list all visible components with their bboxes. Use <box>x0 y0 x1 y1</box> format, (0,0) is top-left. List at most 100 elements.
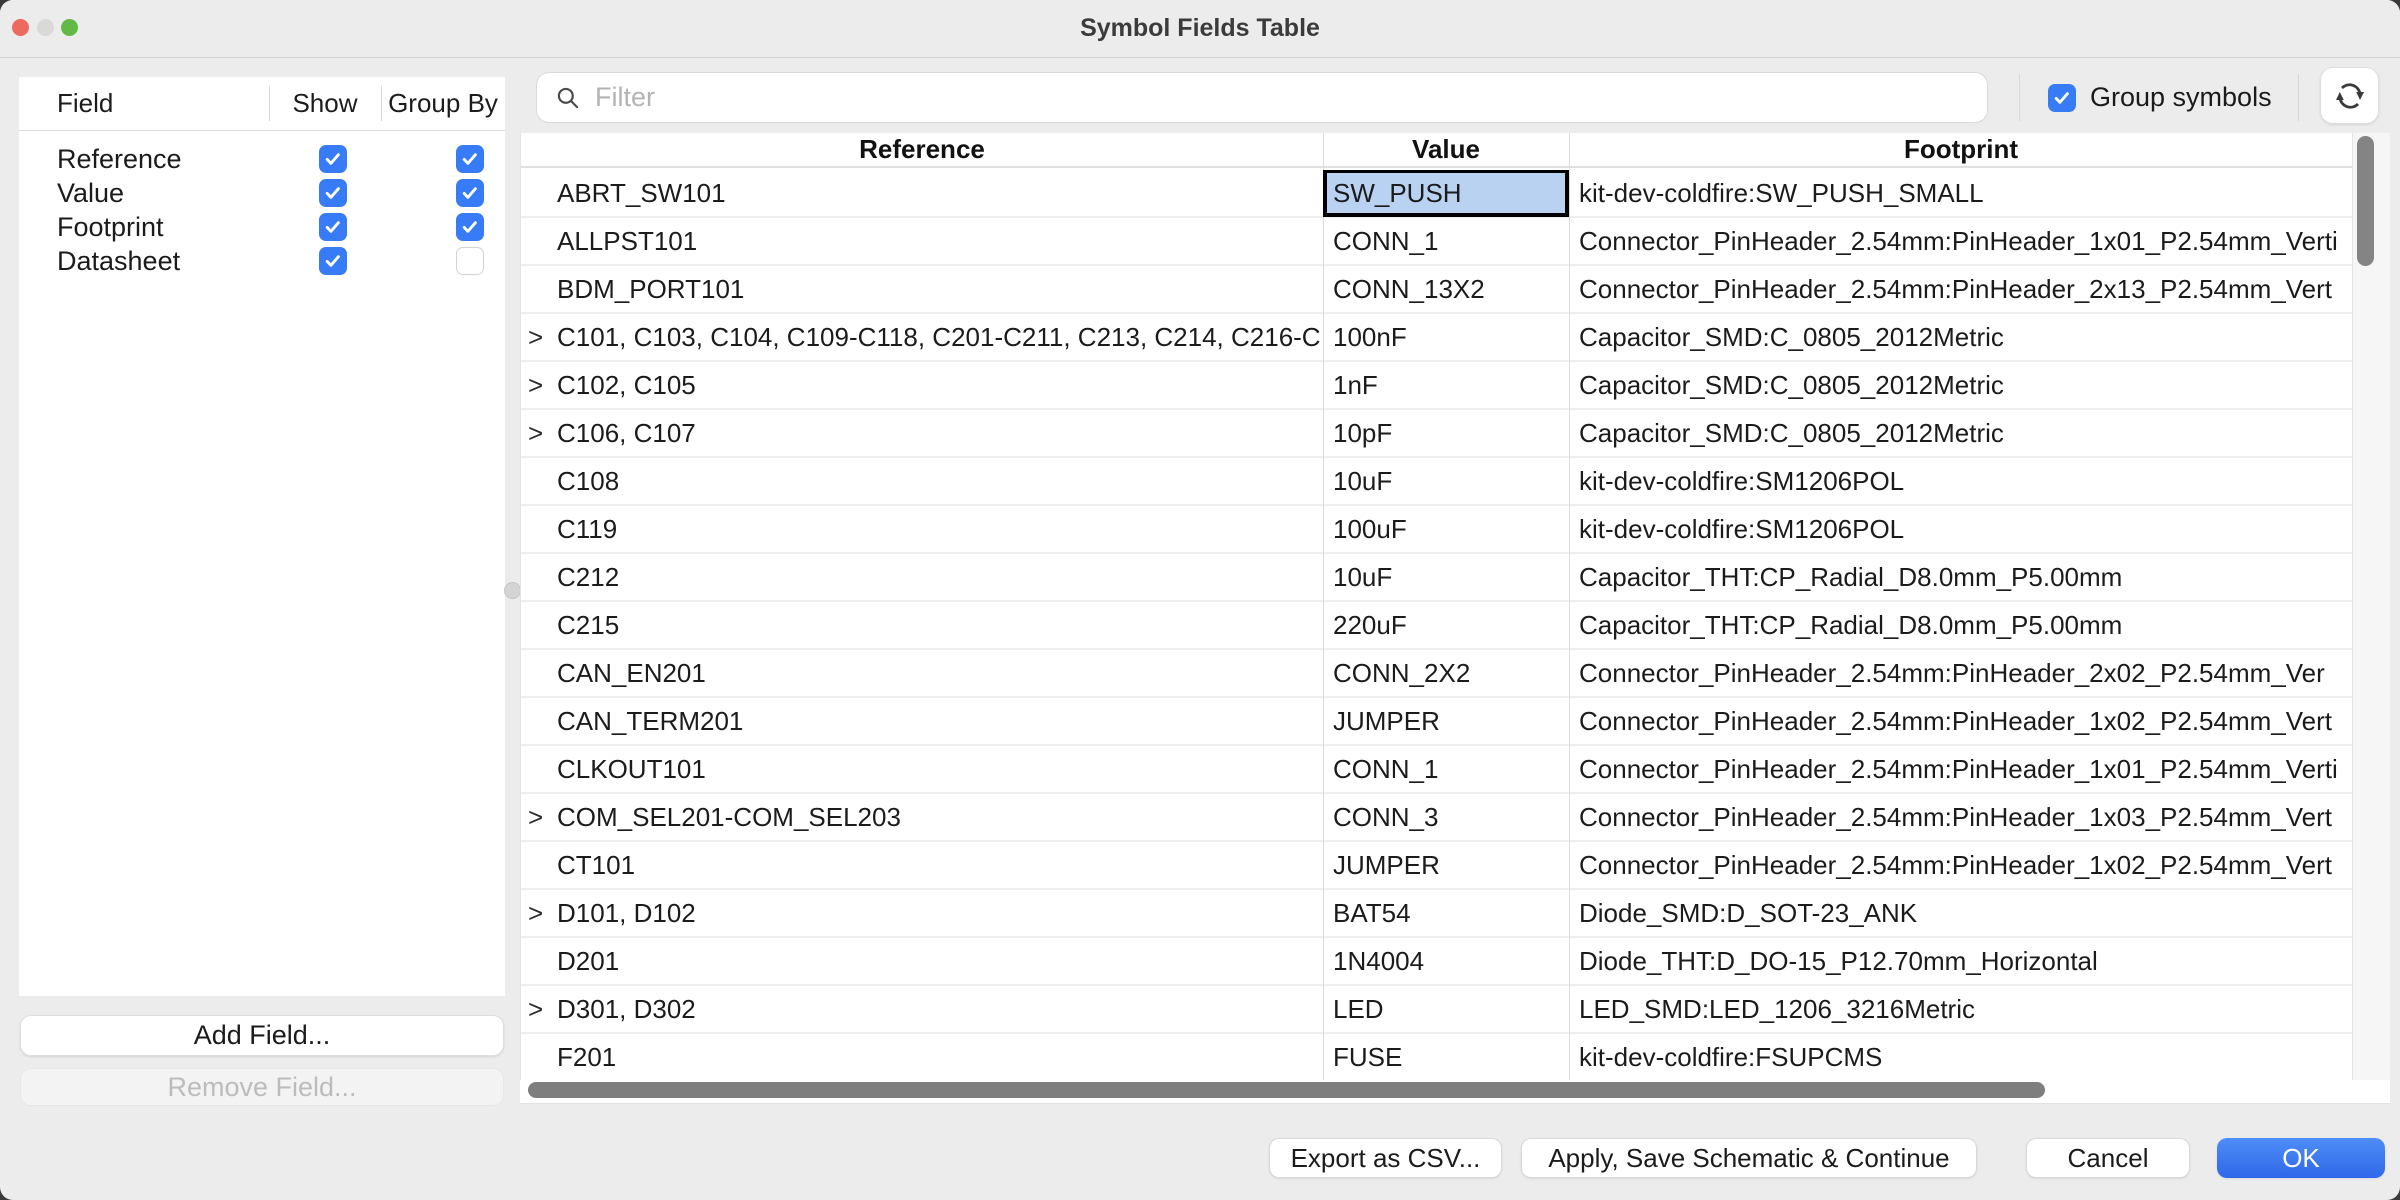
group-by-checkbox[interactable] <box>456 179 484 207</box>
value-cell[interactable]: 10uF <box>1323 554 1569 600</box>
value-column-header[interactable]: Value <box>1323 133 1569 166</box>
footprint-cell[interactable]: Connector_PinHeader_2.54mm:PinHeader_1x0… <box>1569 842 2349 888</box>
footprint-cell[interactable]: Capacitor_SMD:C_0805_2012Metric <box>1569 410 2349 456</box>
column-divider[interactable] <box>1569 133 1570 1080</box>
filter-input[interactable] <box>593 81 1987 114</box>
footprint-cell[interactable]: Connector_PinHeader_2.54mm:PinHeader_1x0… <box>1569 698 2349 744</box>
group-symbols-checkbox[interactable] <box>2048 84 2076 112</box>
table-row[interactable]: > D101, D102 BAT54 Diode_SMD:D_SOT-23_AN… <box>521 890 2352 938</box>
table-row[interactable]: > F201 FUSE kit-dev-coldfire:FSUPCMS <box>521 1034 2352 1080</box>
reference-cell[interactable]: > C119 <box>521 506 1323 552</box>
table-row[interactable]: > CAN_EN201 CONN_2X2 Connector_PinHeader… <box>521 650 2352 698</box>
table-row[interactable]: > ALLPST101 CONN_1 Connector_PinHeader_2… <box>521 218 2352 266</box>
reference-cell[interactable]: > CT101 <box>521 842 1323 888</box>
table-row[interactable]: > ABRT_SW101 SW_PUSH kit-dev-coldfire:SW… <box>521 170 2352 218</box>
reference-column-header[interactable]: Reference <box>521 133 1323 166</box>
value-cell[interactable]: JUMPER <box>1323 842 1569 888</box>
show-checkbox[interactable] <box>319 145 347 173</box>
reference-cell[interactable]: > C101, C103, C104, C109-C118, C201-C211… <box>521 314 1323 360</box>
reference-cell[interactable]: > D301, D302 <box>521 986 1323 1032</box>
remove-field-button[interactable]: Remove Field... <box>20 1068 504 1106</box>
reference-cell[interactable]: > C108 <box>521 458 1323 504</box>
footprint-cell[interactable]: LED_SMD:LED_1206_3216Metric <box>1569 986 2349 1032</box>
reference-cell[interactable]: > F201 <box>521 1034 1323 1080</box>
group-by-checkbox[interactable] <box>456 145 484 173</box>
group-expander-icon[interactable]: > <box>528 314 543 360</box>
field-row[interactable]: Footprint <box>19 210 505 244</box>
reference-cell[interactable]: > ALLPST101 <box>521 218 1323 264</box>
table-row[interactable]: > C106, C107 10pF Capacitor_SMD:C_0805_2… <box>521 410 2352 458</box>
footprint-cell[interactable]: Connector_PinHeader_2.54mm:PinHeader_1x0… <box>1569 746 2349 792</box>
footprint-cell[interactable]: Capacitor_SMD:C_0805_2012Metric <box>1569 314 2349 360</box>
table-row[interactable]: > COM_SEL201-COM_SEL203 CONN_3 Connector… <box>521 794 2352 842</box>
field-row[interactable]: Reference <box>19 142 505 176</box>
value-cell[interactable]: CONN_2X2 <box>1323 650 1569 696</box>
field-row[interactable]: Datasheet <box>19 244 505 278</box>
table-row[interactable]: > C102, C105 1nF Capacitor_SMD:C_0805_20… <box>521 362 2352 410</box>
table-row[interactable]: > CT101 JUMPER Connector_PinHeader_2.54m… <box>521 842 2352 890</box>
table-row[interactable]: > CLKOUT101 CONN_1 Connector_PinHeader_2… <box>521 746 2352 794</box>
field-row[interactable]: Value <box>19 176 505 210</box>
titlebar[interactable]: Symbol Fields Table <box>0 0 2400 58</box>
table-row[interactable]: > C108 10uF kit-dev-coldfire:SM1206POL <box>521 458 2352 506</box>
footprint-cell[interactable]: Capacitor_THT:CP_Radial_D8.0mm_P5.00mm <box>1569 602 2349 648</box>
reference-cell[interactable]: > C215 <box>521 602 1323 648</box>
table-row[interactable]: > C119 100uF kit-dev-coldfire:SM1206POL <box>521 506 2352 554</box>
horizontal-scrollbar-thumb[interactable] <box>528 1082 2045 1098</box>
footprint-cell[interactable]: Connector_PinHeader_2.54mm:PinHeader_2x0… <box>1569 650 2349 696</box>
value-cell[interactable]: CONN_1 <box>1323 218 1569 264</box>
column-divider[interactable] <box>1323 133 1324 1080</box>
group-symbols-option[interactable]: Group symbols <box>2048 82 2272 113</box>
reference-cell[interactable]: > CAN_TERM201 <box>521 698 1323 744</box>
group-by-checkbox[interactable] <box>456 247 484 275</box>
value-cell[interactable]: 100uF <box>1323 506 1569 552</box>
show-checkbox[interactable] <box>319 179 347 207</box>
reference-cell[interactable]: > D101, D102 <box>521 890 1323 936</box>
footprint-cell[interactable]: kit-dev-coldfire:SM1206POL <box>1569 506 2349 552</box>
footprint-cell[interactable]: Diode_THT:D_DO-15_P12.70mm_Horizontal <box>1569 938 2349 984</box>
value-cell[interactable]: 220uF <box>1323 602 1569 648</box>
footprint-cell[interactable]: Connector_PinHeader_2.54mm:PinHeader_2x1… <box>1569 266 2349 312</box>
cancel-button[interactable]: Cancel <box>2026 1138 2190 1178</box>
table-row[interactable]: > C215 220uF Capacitor_THT:CP_Radial_D8.… <box>521 602 2352 650</box>
value-cell[interactable]: 10pF <box>1323 410 1569 456</box>
footprint-cell[interactable]: Connector_PinHeader_2.54mm:PinHeader_1x0… <box>1569 218 2349 264</box>
table-row[interactable]: > D201 1N4004 Diode_THT:D_DO-15_P12.70mm… <box>521 938 2352 986</box>
export-csv-button[interactable]: Export as CSV... <box>1269 1138 1502 1178</box>
group-expander-icon[interactable]: > <box>528 362 543 408</box>
table-row[interactable]: > C101, C103, C104, C109-C118, C201-C211… <box>521 314 2352 362</box>
group-expander-icon[interactable]: > <box>528 890 543 936</box>
apply-save-continue-button[interactable]: Apply, Save Schematic & Continue <box>1521 1138 1977 1178</box>
vertical-scrollbar-track[interactable] <box>2352 133 2390 1080</box>
group-expander-icon[interactable]: > <box>528 410 543 456</box>
value-cell[interactable]: LED <box>1323 986 1569 1032</box>
value-cell[interactable]: 10uF <box>1323 458 1569 504</box>
footprint-cell[interactable]: Capacitor_SMD:C_0805_2012Metric <box>1569 362 2349 408</box>
show-checkbox[interactable] <box>319 247 347 275</box>
value-cell[interactable]: SW_PUSH <box>1323 170 1569 217</box>
table-row[interactable]: > CAN_TERM201 JUMPER Connector_PinHeader… <box>521 698 2352 746</box>
value-cell[interactable]: BAT54 <box>1323 890 1569 936</box>
filter-field[interactable] <box>536 72 1988 123</box>
reference-cell[interactable]: > ABRT_SW101 <box>521 170 1323 216</box>
refresh-button[interactable] <box>2320 67 2379 124</box>
reference-cell[interactable]: > CAN_EN201 <box>521 650 1323 696</box>
vertical-scrollbar-thumb[interactable] <box>2357 136 2374 266</box>
value-cell[interactable]: 100nF <box>1323 314 1569 360</box>
show-checkbox[interactable] <box>319 213 347 241</box>
ok-button[interactable]: OK <box>2217 1138 2385 1178</box>
footprint-cell[interactable]: Diode_SMD:D_SOT-23_ANK <box>1569 890 2349 936</box>
footprint-cell[interactable]: Capacitor_THT:CP_Radial_D8.0mm_P5.00mm <box>1569 554 2349 600</box>
footprint-cell[interactable]: kit-dev-coldfire:FSUPCMS <box>1569 1034 2349 1080</box>
table-row[interactable]: > D301, D302 LED LED_SMD:LED_1206_3216Me… <box>521 986 2352 1034</box>
footprint-cell[interactable]: Connector_PinHeader_2.54mm:PinHeader_1x0… <box>1569 794 2349 840</box>
footprint-cell[interactable]: kit-dev-coldfire:SM1206POL <box>1569 458 2349 504</box>
reference-cell[interactable]: > C106, C107 <box>521 410 1323 456</box>
reference-cell[interactable]: > C212 <box>521 554 1323 600</box>
footprint-column-header[interactable]: Footprint <box>1569 133 2352 166</box>
value-cell[interactable]: CONN_13X2 <box>1323 266 1569 312</box>
table-row[interactable]: > BDM_PORT101 CONN_13X2 Connector_PinHea… <box>521 266 2352 314</box>
value-cell[interactable]: CONN_3 <box>1323 794 1569 840</box>
add-field-button[interactable]: Add Field... <box>20 1015 504 1056</box>
group-expander-icon[interactable]: > <box>528 986 543 1032</box>
